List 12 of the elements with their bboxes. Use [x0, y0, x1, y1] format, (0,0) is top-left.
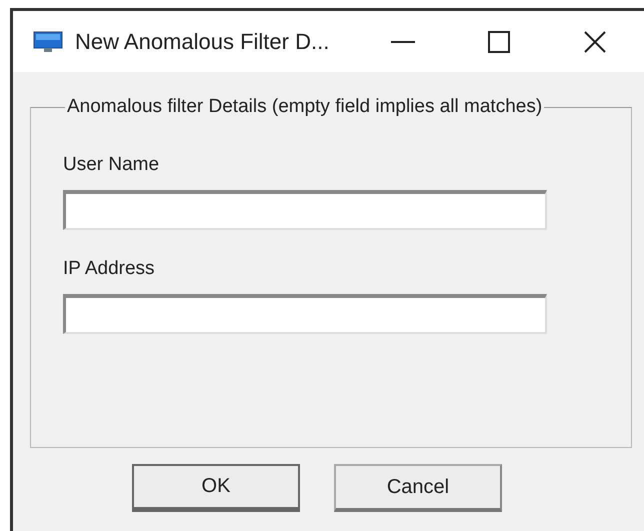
field-label: IP Address — [63, 258, 156, 280]
group-legend: Anomalous filter Details (empty field implies all matches) — [65, 96, 544, 118]
close-icon — [584, 30, 606, 52]
minimize-icon — [391, 40, 416, 42]
dialog-button[interactable]: OK — [132, 464, 300, 512]
maximize-icon — [488, 30, 510, 52]
window-title: New Anomalous Filter D... — [75, 28, 330, 54]
dialog-button[interactable]: Cancel — [334, 464, 502, 512]
field-label: User Name — [63, 154, 160, 176]
input-field[interactable] — [63, 190, 547, 230]
input-field[interactable] — [63, 294, 547, 334]
monitor-icon — [33, 30, 63, 52]
